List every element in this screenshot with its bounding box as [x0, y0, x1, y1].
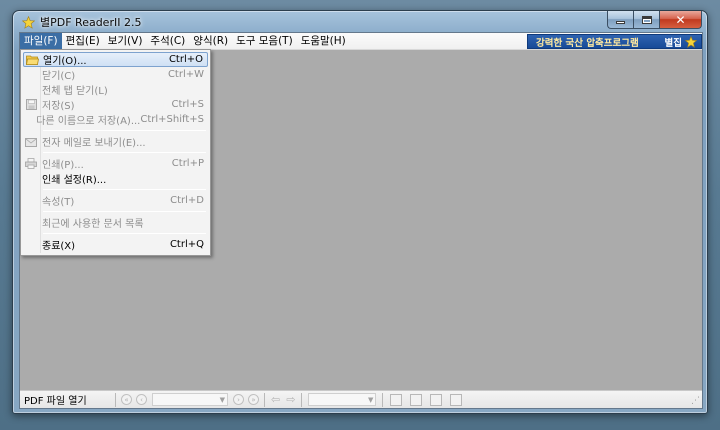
status-text: PDF 파일 열기 [24, 396, 87, 407]
menu-item-print-shortcut: Ctrl+P [171, 158, 204, 169]
status-bar: PDF 파일 열기 « ‹ ▼ › » ⇦ ⇨ ▼ ⋰ [20, 390, 702, 408]
menu-item-save[interactable]: 저장(S) Ctrl+S [23, 97, 208, 112]
close-button[interactable]: ✕ [659, 11, 702, 29]
print-icon [23, 156, 39, 171]
chevron-down-icon: ▼ [219, 395, 225, 404]
last-page-button[interactable]: » [248, 394, 259, 405]
menu-item-save-as-shortcut: Ctrl+Shift+S [140, 114, 204, 125]
menu-bar: 파일(F) 편집(E) 보기(V) 주석(C) 양식(R) 도구 모음(T) 도… [20, 33, 702, 50]
menu-item-properties-label: 속성(T) [42, 197, 75, 208]
menu-item-save-shortcut: Ctrl+S [171, 99, 204, 110]
next-page-button[interactable]: › [233, 394, 244, 405]
menu-item-open[interactable]: 열기(O)... Ctrl+O [23, 52, 208, 67]
menu-separator [43, 211, 206, 212]
minimize-icon [616, 21, 625, 24]
save-icon [23, 97, 39, 112]
resize-grip-icon[interactable]: ⋰ [690, 396, 700, 406]
menu-item-exit[interactable]: 종료(X) Ctrl+Q [23, 237, 208, 252]
menu-item-print-setup[interactable]: 인쇄 설정(R)... [23, 171, 208, 186]
menu-item-recent-documents-label: 최근에 사용한 문서 목록 [42, 219, 144, 230]
ad-banner[interactable]: 강력한 국산 압축프로그램 별집 [527, 34, 702, 49]
zoom-combo[interactable]: ▼ [308, 393, 377, 406]
folder-open-icon [24, 52, 40, 67]
back-arrow-icon[interactable]: ⇦ [271, 393, 280, 406]
menu-item-open-shortcut: Ctrl+O [168, 54, 203, 65]
continuous-view-icon[interactable] [410, 393, 423, 406]
menu-item-close-all-tabs-label: 전체 탭 닫기(L) [42, 86, 108, 97]
menu-item-save-as[interactable]: 다른 이름으로 저장(A)... Ctrl+Shift+S [23, 112, 208, 127]
status-separator [382, 392, 384, 407]
menu-item-print-label: 인쇄(P)... [42, 160, 84, 171]
menu-item-exit-shortcut: Ctrl+Q [169, 239, 204, 250]
menu-form[interactable]: 양식(R) [189, 33, 232, 49]
maximize-button[interactable] [633, 11, 659, 29]
continuous-facing-view-icon[interactable] [450, 393, 463, 406]
window-title: 별PDF ReaderII 2.5 [40, 16, 142, 29]
menu-view[interactable]: 보기(V) [104, 33, 147, 49]
menu-item-properties-shortcut: Ctrl+D [170, 195, 204, 206]
file-menu-dropdown: 열기(O)... Ctrl+O 닫기(C) Ctrl+W 전체 탭 닫기(L) … [20, 49, 211, 256]
menu-item-open-label: 열기(O)... [43, 56, 87, 67]
menu-edit[interactable]: 편집(E) [62, 33, 104, 49]
menu-item-close[interactable]: 닫기(C) Ctrl+W [23, 67, 208, 82]
menu-toolbar[interactable]: 도구 모음(T) [232, 33, 297, 49]
menu-file[interactable]: 파일(F) [20, 33, 62, 49]
page-number-combo[interactable]: ▼ [152, 393, 228, 406]
previous-page-button[interactable]: ‹ [136, 394, 147, 405]
ad-banner-link-label: 별집 [664, 37, 682, 49]
menu-item-save-as-label: 다른 이름으로 저장(A)... [36, 116, 141, 127]
ad-banner-text: 강력한 국산 압축프로그램 [536, 37, 639, 49]
document-area[interactable]: 파일(F) 편집(E) 보기(V) 주석(C) 양식(R) 도구 모음(T) 도… [19, 32, 703, 409]
status-separator [264, 392, 265, 407]
forward-arrow-icon[interactable]: ⇨ [286, 393, 295, 406]
close-icon: ✕ [675, 12, 686, 27]
minimize-button[interactable] [607, 11, 633, 29]
maximize-icon [641, 15, 652, 24]
app-window: 별PDF ReaderII 2.5 ✕ 파일(F) 편집(E) 보기(V) 주석… [12, 10, 708, 414]
menu-separator [43, 130, 206, 131]
facing-view-icon[interactable] [430, 393, 443, 406]
menu-item-print-setup-label: 인쇄 설정(R)... [42, 175, 107, 186]
menu-item-close-shortcut: Ctrl+W [167, 69, 204, 80]
menu-separator [43, 233, 206, 234]
chevron-down-icon: ▼ [368, 395, 374, 404]
status-separator [301, 392, 303, 407]
single-page-view-icon[interactable] [390, 393, 403, 406]
menu-item-save-label: 저장(S) [42, 101, 75, 112]
menu-comment[interactable]: 주석(C) [146, 33, 189, 49]
menu-item-send-email-label: 전자 메일로 보내기(E)... [42, 138, 146, 149]
menu-separator [43, 189, 206, 190]
menu-item-send-email[interactable]: 전자 메일로 보내기(E)... [23, 134, 208, 149]
star-icon [685, 35, 697, 48]
star-app-icon[interactable] [21, 15, 35, 29]
first-page-button[interactable]: « [121, 394, 132, 405]
menu-item-recent-documents[interactable]: 최근에 사용한 문서 목록 [23, 215, 208, 230]
status-separator [115, 392, 116, 407]
menu-item-close-label: 닫기(C) [42, 71, 76, 82]
email-icon [23, 134, 39, 149]
menu-separator [43, 152, 206, 153]
menu-item-properties[interactable]: 속성(T) Ctrl+D [23, 193, 208, 208]
menu-help[interactable]: 도움말(H) [297, 33, 350, 49]
menu-item-close-all-tabs[interactable]: 전체 탭 닫기(L) [23, 82, 208, 97]
window-controls: ✕ [607, 11, 702, 29]
menu-item-exit-label: 종료(X) [42, 241, 76, 252]
title-bar[interactable]: 별PDF ReaderII 2.5 ✕ [13, 11, 707, 33]
ad-banner-link[interactable]: 별집 [665, 35, 697, 49]
menu-item-print[interactable]: 인쇄(P)... Ctrl+P [23, 156, 208, 171]
